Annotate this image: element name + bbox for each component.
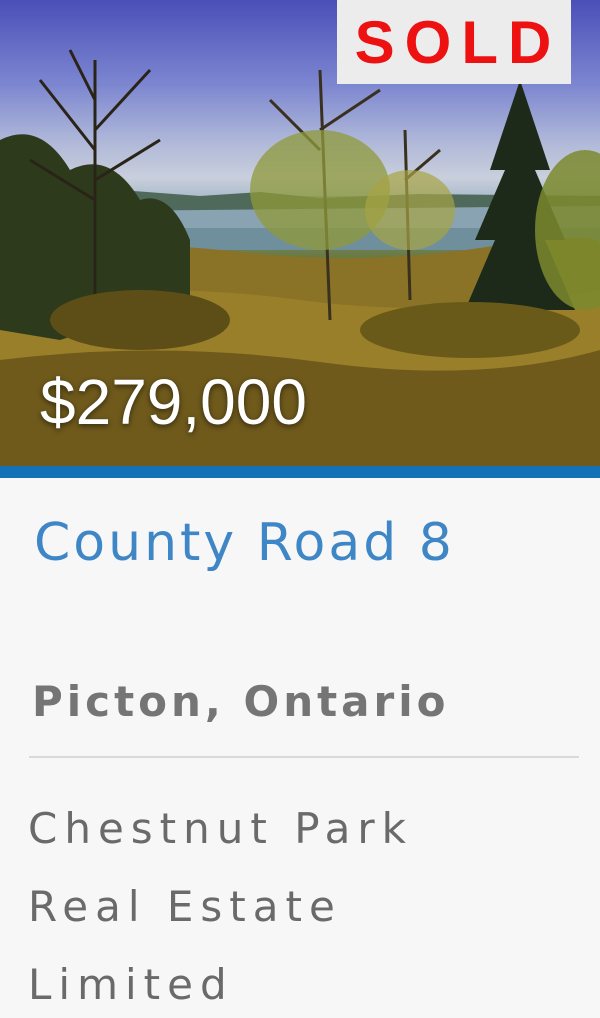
sold-badge: SOLD: [337, 0, 571, 84]
middle-foliage: [250, 130, 390, 250]
listing-card[interactable]: SOLD $279,000 County Road 8 Picton, Onta…: [0, 0, 600, 1018]
listing-location: Picton, Ontario: [32, 677, 450, 726]
listing-photo[interactable]: SOLD $279,000: [0, 0, 600, 468]
middle-foliage-2: [365, 170, 455, 250]
listing-address[interactable]: County Road 8: [34, 508, 455, 578]
bush-left: [50, 290, 230, 350]
price-label: $279,000: [40, 366, 307, 438]
accent-bar: [0, 466, 600, 478]
bush-right: [360, 302, 580, 358]
brokerage-name: Chestnut Park Real Estate Limited: [28, 804, 413, 1009]
divider: [29, 756, 579, 758]
